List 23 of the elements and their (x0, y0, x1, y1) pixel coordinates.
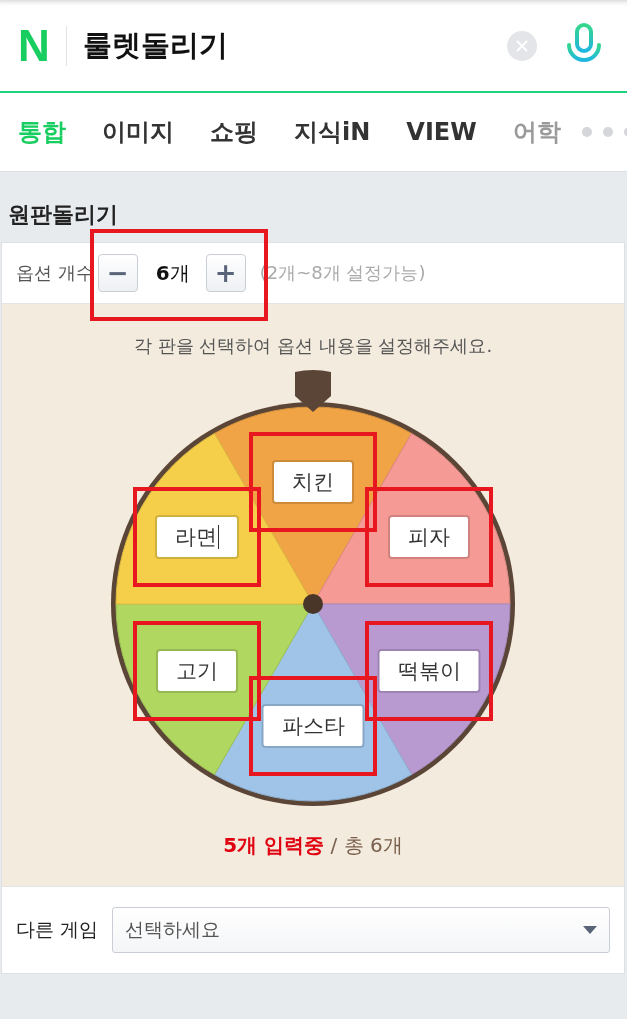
instruction-text: 각 판을 선택하여 옵션 내용을 설정해주세요. (132, 334, 494, 358)
input-status: 5개 입력중 / 총 6개 (222, 832, 404, 859)
more-icon[interactable] (580, 126, 627, 138)
increase-button[interactable]: + (205, 254, 246, 292)
option-field[interactable]: 치킨 (272, 460, 354, 504)
option-count-value: 6개 (155, 259, 190, 287)
option-field[interactable]: 떡볶이 (377, 649, 481, 693)
tab[interactable]: 쇼핑 (210, 116, 258, 148)
other-game-label: 다른 게임 (16, 917, 99, 942)
decrease-button[interactable]: − (97, 254, 138, 292)
tab[interactable]: 이미지 (102, 116, 174, 148)
option-field[interactable]: 파스타 (261, 704, 365, 748)
pointer (295, 370, 331, 412)
tab[interactable]: 지식iN (294, 116, 371, 148)
option-field[interactable]: 라면 (154, 515, 239, 559)
game-dropdown[interactable]: 선택하세요 (112, 907, 610, 953)
clear-icon[interactable] (507, 30, 537, 61)
search-field[interactable]: 룰렛돌리기 (82, 25, 507, 66)
dropdown-caret-icon (583, 926, 597, 934)
section-title: 원판돌리기 (7, 201, 119, 229)
tab[interactable]: VIEW (406, 118, 477, 146)
option-field[interactable]: 피자 (388, 515, 471, 559)
option-field[interactable]: 고기 (155, 649, 238, 693)
